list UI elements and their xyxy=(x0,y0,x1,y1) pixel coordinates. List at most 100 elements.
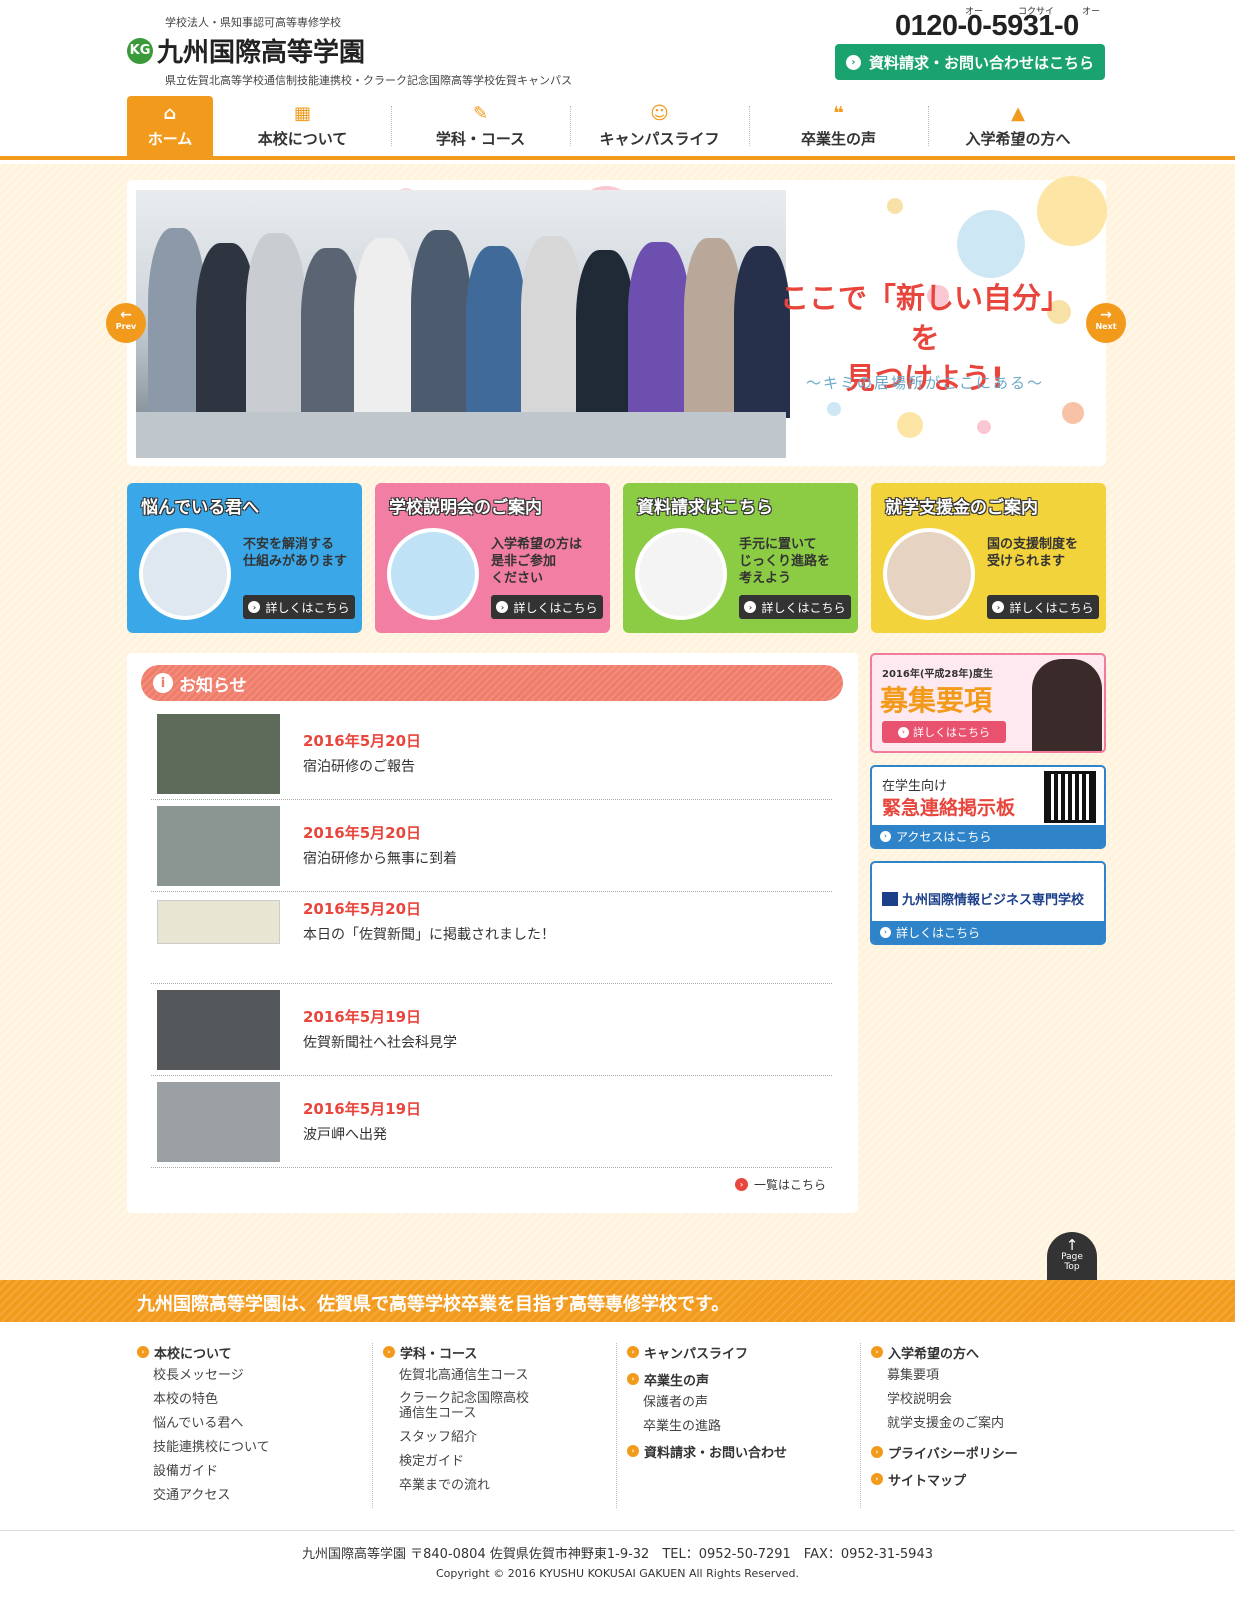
page-top-button[interactable]: ↑ Page Top xyxy=(1047,1232,1097,1282)
news-thumbnail xyxy=(157,990,280,1070)
arrow-right-icon: › xyxy=(871,1446,883,1458)
school-tagline: 学校法人・県知事認可高等専修学校 xyxy=(165,16,341,29)
news-title[interactable]: 本日の「佐賀新聞」に掲載されました！ xyxy=(303,924,555,944)
footer-link[interactable]: 交通アクセス xyxy=(137,1487,377,1511)
card-title: 学校説明会のご案内 xyxy=(389,498,542,518)
news-title[interactable]: 佐賀新聞社へ社会科見学 xyxy=(303,1032,457,1052)
footer-heading-link[interactable]: › 入学希望の方へ xyxy=(871,1343,1111,1362)
emergency-board-banner[interactable]: 在学生向け 緊急連絡掲示板 › アクセスはこちら xyxy=(870,765,1106,849)
nav-label: 入学希望の方へ xyxy=(965,130,1071,148)
nav-campus-life[interactable]: ☺ キャンパスライフ xyxy=(571,96,748,156)
nav-label: 学科・コース xyxy=(435,130,526,148)
recruit-year: 2016年(平成28年)度生 xyxy=(882,669,993,680)
arrow-right-icon: › xyxy=(627,1346,639,1358)
nav-label: ホーム xyxy=(147,130,193,148)
arrow-up-icon: ↑ xyxy=(1065,1236,1079,1254)
card-worried[interactable]: 悩んでいる君へ 不安を解消する 仕組みがあります › 詳しくはこちら xyxy=(127,483,362,633)
news-item[interactable]: 2016年5月20日 本日の「佐賀新聞」に掲載されました！ xyxy=(151,892,832,984)
footer-link[interactable]: 学校説明会 xyxy=(871,1391,1111,1415)
phone-ruby-3: オー xyxy=(1082,7,1101,17)
nav-about[interactable]: ▦ 本校について xyxy=(215,96,390,156)
card-detail-button[interactable]: › 詳しくはこちら xyxy=(491,595,603,619)
hero-subtitle: 〜キミの居場所がここにある〜 xyxy=(805,374,1044,392)
student-figure xyxy=(301,248,361,418)
graduation-cap-icon: ▲ xyxy=(1011,103,1025,124)
footer-heading-link[interactable]: › 卒業生の声 xyxy=(627,1370,867,1389)
news-item[interactable]: 2016年5月19日 波戸岬へ出発 xyxy=(151,1076,832,1168)
card-info-session[interactable]: 学校説明会のご案内 入学希望の方は 是非ご参加 ください › 詳しくはこちら xyxy=(375,483,610,633)
footer-link[interactable]: スタッフ紹介 xyxy=(383,1429,623,1453)
deco-dot xyxy=(977,420,991,434)
card-detail-button[interactable]: › 詳しくはこちら xyxy=(739,595,851,619)
card-brochure[interactable]: 資料請求はこちら 手元に置いて じっくり進路を 考えよう › 詳しくはこちら xyxy=(623,483,858,633)
card-detail-button[interactable]: › 詳しくはこちら xyxy=(987,595,1099,619)
card-detail-button[interactable]: › 詳しくはこちら xyxy=(243,595,355,619)
card-image xyxy=(635,528,727,620)
news-title[interactable]: 宿泊研修から無事に到着 xyxy=(303,848,457,868)
table xyxy=(136,412,786,458)
business-school-banner[interactable]: 九州国際情報ビジネス専門学校 › 詳しくはこちら xyxy=(870,861,1106,945)
card-title: 悩んでいる君へ xyxy=(141,498,260,518)
footer-link[interactable]: 設備ガイド xyxy=(137,1463,377,1487)
nav-admission[interactable]: ▲ 入学希望の方へ xyxy=(929,96,1107,156)
card-financial-aid[interactable]: 就学支援金のご案内 国の支援制度を 受けられます › 詳しくはこちら xyxy=(871,483,1106,633)
recruit-detail-button[interactable]: › 詳しくはこちら xyxy=(882,721,1006,743)
footer-link[interactable]: 技能連携校について xyxy=(137,1439,377,1463)
business-school-icon xyxy=(882,891,898,906)
nav-label: キャンパスライフ xyxy=(599,130,720,148)
footer-heading-link[interactable]: › サイトマップ xyxy=(871,1470,1111,1489)
news-item[interactable]: 2016年5月20日 宿泊研修から無事に到着 xyxy=(151,800,832,892)
nav-home[interactable]: ⌂ ホーム xyxy=(127,96,213,156)
footer-heading-link[interactable]: › 学科・コース xyxy=(383,1343,623,1362)
info-icon: i xyxy=(153,673,173,693)
footer-link[interactable]: 就学支援金のご案内 xyxy=(871,1415,1111,1439)
news-more-link[interactable]: › 一覧はこちら xyxy=(735,1176,826,1193)
footer-heading-link[interactable]: › キャンパスライフ xyxy=(627,1343,867,1362)
footer-link[interactable]: 卒業までの流れ xyxy=(383,1477,623,1501)
footer-link[interactable]: 募集要項 xyxy=(871,1367,1111,1391)
news-title[interactable]: 宿泊研修のご報告 xyxy=(303,756,415,776)
slider-prev-button[interactable]: ← Prev xyxy=(106,303,146,343)
footer-link[interactable]: 悩んでいる君へ xyxy=(137,1415,377,1439)
footer-link[interactable]: 校長メッセージ xyxy=(137,1367,377,1391)
student-photo xyxy=(1032,659,1102,751)
footer-link[interactable]: 卒業生の進路 xyxy=(627,1418,867,1442)
footer-link[interactable]: 検定ガイド xyxy=(383,1453,623,1477)
news-item[interactable]: 2016年5月19日 佐賀新聞社へ社会科見学 xyxy=(151,984,832,1076)
deco-dot xyxy=(897,412,923,438)
emergency-label: 在学生向け xyxy=(882,779,948,794)
nav-graduates[interactable]: ❝ 卒業生の声 xyxy=(750,96,927,156)
slider-next-button[interactable]: → Next xyxy=(1086,303,1126,343)
student-figure xyxy=(466,246,526,418)
news-title[interactable]: 波戸岬へ出発 xyxy=(303,1124,387,1144)
news-date: 2016年5月19日 xyxy=(303,1100,422,1118)
footer-link[interactable]: 佐賀北高通信生コース xyxy=(383,1367,623,1391)
emergency-access-button[interactable]: › アクセスはこちら xyxy=(872,825,1104,847)
footer-heading-link[interactable]: › 資料請求・お問い合わせ xyxy=(627,1442,867,1461)
footer-link[interactable]: 本校の特色 xyxy=(137,1391,377,1415)
footer-divider xyxy=(372,1343,373,1508)
logo-text: 九州国際高等学園 xyxy=(157,38,366,68)
business-school-detail-button[interactable]: › 詳しくはこちら xyxy=(872,921,1104,943)
student-figure xyxy=(354,238,416,418)
footer-heading-link[interactable]: › プライバシーポリシー xyxy=(871,1443,1111,1462)
recruit-title: 募集要項 xyxy=(880,684,993,717)
arrow-right-icon: › xyxy=(496,601,509,613)
footer-heading-label: 学科・コース xyxy=(400,1346,478,1362)
footer-link[interactable]: クラーク記念国際高校 通信生コース xyxy=(383,1391,623,1429)
phone-number[interactable]: 0120-0-5931-0 xyxy=(895,10,1079,43)
footer-col-courses: › 学科・コース 佐賀北高通信生コース クラーク記念国際高校 通信生コース スタッ… xyxy=(383,1343,623,1501)
footer-heading-link[interactable]: › 本校について xyxy=(137,1343,377,1362)
news-item[interactable]: 2016年5月20日 宿泊研修のご報告 xyxy=(151,708,832,800)
recruitment-banner[interactable]: 2016年(平成28年)度生 募集要項 › 詳しくはこちら xyxy=(870,653,1106,753)
nav-courses[interactable]: ✎ 学科・コース xyxy=(392,96,569,156)
school-subtagline: 県立佐賀北高等学校通信制技能連携校・クラーク記念国際高等学校佐賀キャンパス xyxy=(165,74,572,87)
qr-code-icon xyxy=(1044,771,1096,823)
contact-button[interactable]: › 資料請求・お問い合わせはこちら xyxy=(835,44,1105,80)
arrow-right-icon: › xyxy=(871,1473,883,1485)
site-header: 学校法人・県知事認可高等専修学校 KG 九州国際高等学園 県立佐賀北高等学校通信… xyxy=(0,0,1235,160)
site-logo[interactable]: KG 九州国際高等学園 xyxy=(127,32,365,69)
footer-heading-label: 卒業生の声 xyxy=(644,1373,710,1389)
arrow-right-icon: › xyxy=(880,830,891,842)
footer-link[interactable]: 保護者の声 xyxy=(627,1394,867,1418)
